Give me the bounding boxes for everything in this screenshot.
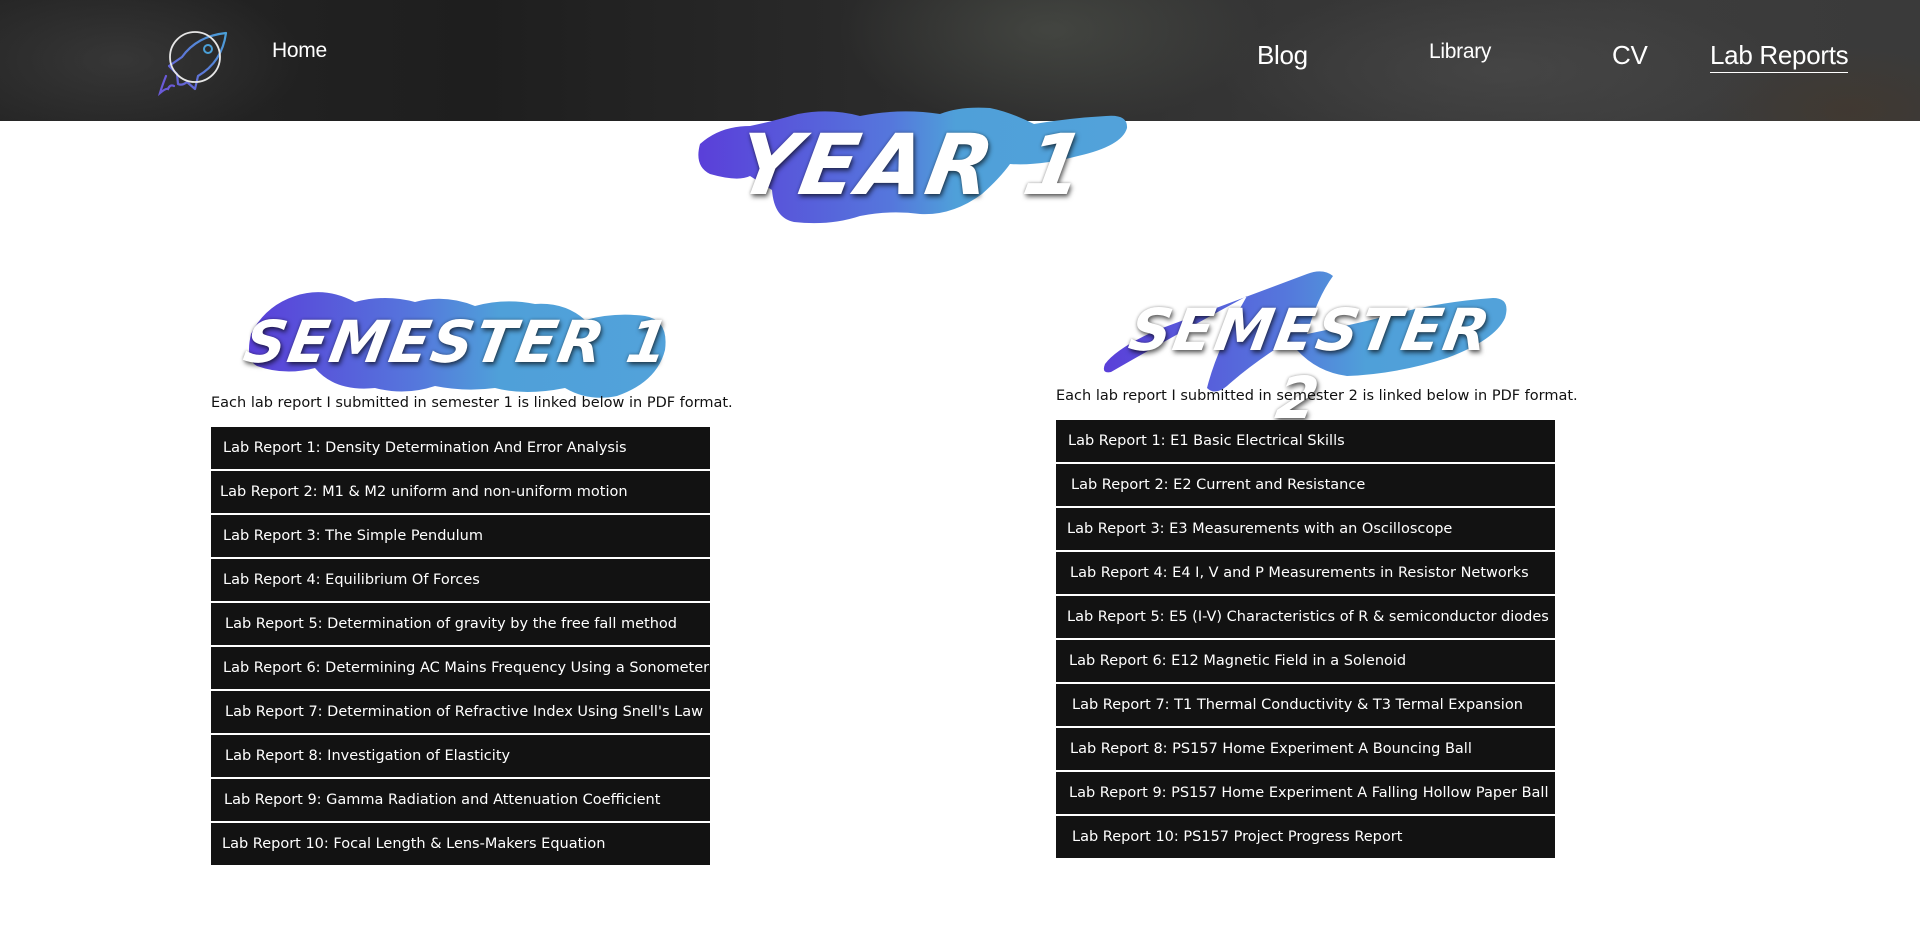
semester2-report-link[interactable]: Lab Report 10: PS157 Project Progress Re…	[1056, 816, 1555, 858]
nav-home[interactable]: Home	[272, 39, 327, 63]
logo-link[interactable]	[152, 26, 232, 97]
semester2-report-link[interactable]: Lab Report 1: E1 Basic Electrical Skills	[1056, 420, 1555, 462]
semester1-report-link[interactable]: Lab Report 3: The Simple Pendulum	[211, 515, 710, 557]
semester1-intro: Each lab report I submitted in semester …	[211, 395, 733, 411]
semester1-report-link[interactable]: Lab Report 10: Focal Length & Lens-Maker…	[211, 823, 710, 865]
semester1-title-text: SEMESTER 1	[239, 308, 676, 376]
semester1-report-link[interactable]: Lab Report 2: M1 & M2 uniform and non-un…	[211, 471, 710, 513]
nav-lab-reports-active[interactable]: Lab Reports	[1710, 40, 1849, 73]
semester1-report-link[interactable]: Lab Report 8: Investigation of Elasticit…	[211, 735, 710, 777]
semester2-title-text: SEMESTER 2	[1124, 296, 1497, 432]
year-title-banner: YEAR 1	[690, 104, 1134, 238]
semester1-report-link[interactable]: Lab Report 7: Determination of Refractiv…	[211, 691, 710, 733]
semester2-report-link[interactable]: Lab Report 2: E2 Current and Resistance	[1056, 464, 1555, 506]
semester2-report-link[interactable]: Lab Report 8: PS157 Home Experiment A Bo…	[1056, 728, 1555, 770]
semester1-report-link[interactable]: Lab Report 5: Determination of gravity b…	[211, 603, 710, 645]
semester2-report-link[interactable]: Lab Report 7: T1 Thermal Conductivity & …	[1056, 684, 1555, 726]
semester2-report-link[interactable]: Lab Report 3: E3 Measurements with an Os…	[1056, 508, 1555, 550]
nav-cv[interactable]: CV	[1612, 40, 1648, 71]
nav-library[interactable]: Library	[1429, 40, 1491, 64]
semester2-report-link[interactable]: Lab Report 5: E5 (I-V) Characteristics o…	[1056, 596, 1555, 638]
semester1-report-link[interactable]: Lab Report 4: Equilibrium Of Forces	[211, 559, 710, 601]
semester2-report-list: Lab Report 1: E1 Basic Electrical Skills…	[1056, 420, 1555, 860]
semester1-report-link[interactable]: Lab Report 6: Determining AC Mains Frequ…	[211, 647, 710, 689]
semester1-title-banner: SEMESTER 1	[239, 284, 676, 402]
semester1-report-link[interactable]: Lab Report 9: Gamma Radiation and Attenu…	[211, 779, 710, 821]
site-header: Home Blog Library CV Lab Reports	[0, 0, 1920, 121]
semester2-intro: Each lab report I submitted in semester …	[1056, 388, 1578, 404]
semester2-report-link[interactable]: Lab Report 9: PS157 Home Experiment A Fa…	[1056, 772, 1555, 814]
semester1-report-link[interactable]: Lab Report 1: Density Determination And …	[211, 427, 710, 469]
nav-blog[interactable]: Blog	[1257, 40, 1308, 71]
semester2-report-link[interactable]: Lab Report 6: E12 Magnetic Field in a So…	[1056, 640, 1555, 682]
semester2-report-link[interactable]: Lab Report 4: E4 I, V and P Measurements…	[1056, 552, 1555, 594]
year-title-text: YEAR 1	[729, 116, 1095, 214]
semester2-title-banner: SEMESTER 2	[1097, 268, 1512, 432]
semester1-report-list: Lab Report 1: Density Determination And …	[211, 427, 710, 867]
rocket-icon	[157, 31, 228, 97]
